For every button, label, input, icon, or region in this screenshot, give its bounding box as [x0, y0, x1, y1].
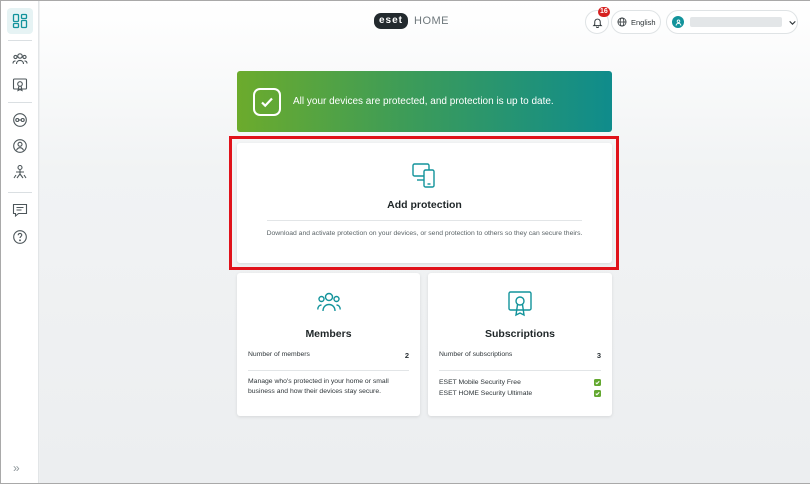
members-icon[interactable] — [7, 46, 33, 72]
members-card[interactable]: Members Number of members 2 Manage who's… — [237, 273, 420, 416]
notifications-button[interactable]: 16 — [585, 7, 610, 34]
anti-theft-icon[interactable] — [7, 133, 33, 159]
members-description: Manage who's protected in your home or s… — [248, 378, 389, 395]
subscription-item[interactable]: ESET HOME Security Ultimate — [439, 390, 601, 397]
eset-logo-badge: eset — [374, 13, 409, 29]
subscriptions-count-label: Number of subscriptions — [439, 351, 513, 358]
notification-count-badge: 16 — [598, 7, 610, 17]
sidebar-divider — [8, 102, 32, 103]
dashboard-icon[interactable] — [7, 8, 33, 34]
sidebar-divider — [8, 192, 32, 193]
logo-home-text: HOME — [414, 15, 450, 27]
language-label: English — [631, 17, 656, 27]
subscriptions-count-row: Number of subscriptions 3 — [439, 351, 601, 360]
subscription-item-name: ESET HOME Security Ultimate — [439, 390, 533, 397]
sidebar-divider — [8, 40, 32, 41]
members-count-label: Number of members — [248, 351, 310, 358]
chevron-down-icon — [789, 20, 796, 25]
highlight-frame — [229, 136, 619, 270]
avatar — [672, 16, 684, 28]
certificate-icon — [508, 291, 532, 317]
sidebar: » — [1, 1, 39, 483]
members-title: Members — [305, 328, 352, 340]
family-icon[interactable] — [7, 159, 33, 185]
help-icon[interactable] — [7, 224, 33, 250]
feedback-icon[interactable] — [7, 197, 33, 223]
subscription-item-name: ESET Mobile Security Free — [439, 379, 521, 386]
devices-icon[interactable] — [7, 107, 33, 133]
check-icon — [594, 379, 601, 386]
members-icon — [316, 292, 341, 312]
subscription-item[interactable]: ESET Mobile Security Free — [439, 379, 601, 386]
account-menu[interactable] — [666, 10, 798, 34]
eset-home-logo[interactable]: eset HOME — [374, 13, 449, 29]
protection-status-banner: All your devices are protected, and prot… — [237, 71, 612, 132]
subscriptions-card[interactable]: Subscriptions Number of subscriptions 3 … — [428, 273, 612, 416]
divider — [248, 370, 409, 371]
members-count-row: Number of members 2 — [248, 351, 409, 360]
account-name-redacted — [690, 17, 782, 27]
user-icon — [675, 18, 681, 26]
subscriptions-icon[interactable] — [7, 72, 33, 98]
check-icon — [594, 390, 601, 397]
collapse-sidebar-icon[interactable]: » — [13, 461, 20, 475]
subscriptions-title: Subscriptions — [484, 328, 555, 340]
main-content: eset HOME 16 English All your devices ar… — [40, 1, 810, 483]
divider — [439, 370, 601, 371]
bell-icon — [592, 18, 602, 28]
banner-text: All your devices are protected, and prot… — [293, 96, 554, 107]
checkmark-icon — [253, 87, 281, 116]
globe-icon — [617, 17, 627, 27]
members-count-value: 2 — [404, 351, 409, 360]
language-selector[interactable]: English — [611, 10, 661, 34]
subscriptions-count-value: 3 — [596, 351, 601, 360]
